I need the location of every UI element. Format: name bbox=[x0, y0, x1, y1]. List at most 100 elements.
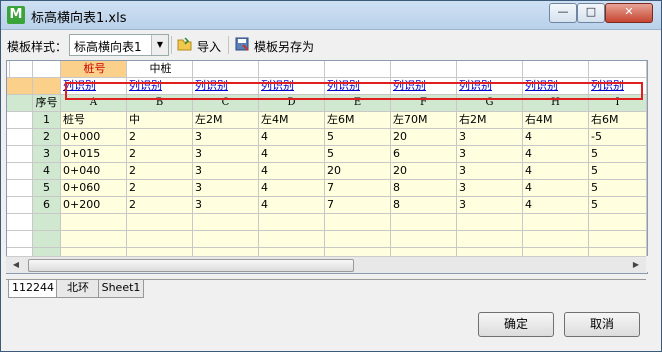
table-cell[interactable]: 4 bbox=[523, 180, 589, 197]
table-cell[interactable]: 6 bbox=[391, 146, 457, 163]
table-cell[interactable]: 4 bbox=[523, 146, 589, 163]
scroll-right-icon[interactable]: ▶ bbox=[628, 257, 644, 273]
table-cell[interactable]: 7 bbox=[325, 197, 391, 214]
table-cell[interactable]: 0+015 bbox=[61, 146, 127, 163]
table-cell[interactable] bbox=[523, 231, 589, 248]
column-recognize-link[interactable]: 列识别 bbox=[523, 78, 589, 95]
table-cell[interactable]: 4 bbox=[259, 180, 325, 197]
table-cell[interactable]: 4 bbox=[259, 197, 325, 214]
table-cell[interactable] bbox=[457, 214, 523, 231]
table-cell[interactable] bbox=[193, 231, 259, 248]
table-cell[interactable]: 右2M bbox=[457, 112, 523, 129]
table-cell[interactable]: 3 bbox=[457, 146, 523, 163]
ok-button[interactable]: 确定 bbox=[478, 312, 554, 337]
column-header[interactable]: G bbox=[457, 95, 523, 112]
table-cell[interactable]: 0+060 bbox=[61, 180, 127, 197]
table-cell[interactable]: 3 bbox=[457, 129, 523, 146]
table-cell[interactable]: 5 bbox=[589, 146, 647, 163]
cancel-button[interactable]: 取消 bbox=[564, 312, 640, 337]
recognize-link-text[interactable]: 列识别 bbox=[195, 79, 228, 92]
tab-sheet1[interactable]: Sheet1 bbox=[98, 280, 144, 298]
table-cell[interactable]: 5 bbox=[589, 163, 647, 180]
template-style-select[interactable]: 标高横向表1 ▼ bbox=[69, 34, 169, 56]
table-cell[interactable]: 20 bbox=[391, 163, 457, 180]
column-recognize-link[interactable]: 列识别 bbox=[193, 78, 259, 95]
table-cell[interactable] bbox=[259, 231, 325, 248]
table-cell[interactable] bbox=[325, 231, 391, 248]
grid-cell[interactable] bbox=[589, 61, 647, 78]
table-cell[interactable]: 3 bbox=[193, 146, 259, 163]
column-header[interactable]: I bbox=[589, 95, 647, 112]
column-recognize-link[interactable]: 列识别 bbox=[259, 78, 325, 95]
column-recognize-link[interactable]: 列识别 bbox=[325, 78, 391, 95]
table-cell[interactable]: 3 bbox=[193, 180, 259, 197]
table-cell[interactable]: 左70M bbox=[391, 112, 457, 129]
table-cell[interactable] bbox=[391, 214, 457, 231]
import-button[interactable]: 导入 bbox=[177, 35, 225, 55]
table-cell[interactable]: 2 bbox=[127, 146, 193, 163]
table-cell[interactable]: 2 bbox=[127, 163, 193, 180]
table-cell[interactable]: 2 bbox=[127, 180, 193, 197]
table-cell[interactable]: 桩号 bbox=[61, 112, 127, 129]
table-cell[interactable]: 3 bbox=[457, 163, 523, 180]
table-cell[interactable]: 3 bbox=[457, 197, 523, 214]
table-cell[interactable]: 左2M bbox=[193, 112, 259, 129]
recognize-link-text[interactable]: 列识别 bbox=[129, 79, 162, 92]
table-cell[interactable]: 3 bbox=[193, 197, 259, 214]
table-cell[interactable]: 5 bbox=[589, 197, 647, 214]
table-cell[interactable]: 0+000 bbox=[61, 129, 127, 146]
table-cell[interactable]: 4 bbox=[523, 197, 589, 214]
horizontal-scrollbar[interactable]: ◀ ▶ bbox=[6, 256, 646, 273]
recognize-link-text[interactable]: 列识别 bbox=[459, 79, 492, 92]
table-cell[interactable]: 3 bbox=[193, 163, 259, 180]
table-cell[interactable]: 中 bbox=[127, 112, 193, 129]
table-cell[interactable]: 4 bbox=[523, 129, 589, 146]
table-cell[interactable]: 8 bbox=[391, 180, 457, 197]
table-cell[interactable]: 4 bbox=[259, 146, 325, 163]
table-cell[interactable]: 0+040 bbox=[61, 163, 127, 180]
scroll-left-icon[interactable]: ◀ bbox=[8, 257, 24, 273]
recognize-link-text[interactable]: 列识别 bbox=[327, 79, 360, 92]
save-template-as-button[interactable]: 模板另存为 bbox=[234, 35, 324, 55]
table-cell[interactable] bbox=[523, 214, 589, 231]
column-recognize-link[interactable]: 列识别 bbox=[457, 78, 523, 95]
top-label-center[interactable]: 中桩 bbox=[127, 61, 193, 78]
grid-cell[interactable] bbox=[193, 61, 259, 78]
table-cell[interactable]: 5 bbox=[325, 129, 391, 146]
table-cell[interactable] bbox=[589, 214, 647, 231]
table-cell[interactable] bbox=[127, 214, 193, 231]
table-cell[interactable]: 7 bbox=[325, 180, 391, 197]
spreadsheet-grid[interactable]: 桩号 中桩 列识别 列识别 列识别 列识别 列识别 列识别 列识别 列识别 列识… bbox=[6, 60, 648, 274]
scrollbar-thumb[interactable] bbox=[28, 259, 354, 272]
table-cell[interactable] bbox=[61, 214, 127, 231]
column-header[interactable]: E bbox=[325, 95, 391, 112]
grid-cell[interactable] bbox=[259, 61, 325, 78]
grid-cell[interactable] bbox=[523, 61, 589, 78]
recognize-link-text[interactable]: 列识别 bbox=[63, 79, 96, 92]
recognize-link-text[interactable]: 列识别 bbox=[591, 79, 624, 92]
recognize-link-text[interactable]: 列识别 bbox=[261, 79, 294, 92]
column-header[interactable]: C bbox=[193, 95, 259, 112]
column-header[interactable]: D bbox=[259, 95, 325, 112]
table-cell[interactable]: 右4M bbox=[523, 112, 589, 129]
table-cell[interactable] bbox=[61, 231, 127, 248]
maximize-button[interactable]: □ bbox=[577, 3, 605, 23]
table-cell[interactable]: 2 bbox=[127, 129, 193, 146]
table-cell[interactable]: 3 bbox=[193, 129, 259, 146]
column-recognize-link[interactable]: 列识别 bbox=[589, 78, 647, 95]
table-cell[interactable]: -5 bbox=[589, 129, 647, 146]
table-cell[interactable] bbox=[457, 231, 523, 248]
column-header[interactable]: F bbox=[391, 95, 457, 112]
title-bar[interactable]: M 标高横向表1.xls — □ ✕ bbox=[1, 1, 661, 30]
grid-cell[interactable] bbox=[457, 61, 523, 78]
tab-112244[interactable]: 112244 bbox=[8, 280, 58, 298]
top-label-station[interactable]: 桩号 bbox=[61, 61, 127, 78]
column-recognize-link[interactable]: 列识别 bbox=[61, 78, 127, 95]
table-cell[interactable]: 右6M bbox=[589, 112, 647, 129]
table-cell[interactable]: 左6M bbox=[325, 112, 391, 129]
table-cell[interactable]: 左4M bbox=[259, 112, 325, 129]
minimize-button[interactable]: — bbox=[549, 3, 577, 23]
recognize-link-text[interactable]: 列识别 bbox=[525, 79, 558, 92]
table-cell[interactable] bbox=[589, 231, 647, 248]
chevron-down-icon[interactable]: ▼ bbox=[151, 35, 168, 55]
